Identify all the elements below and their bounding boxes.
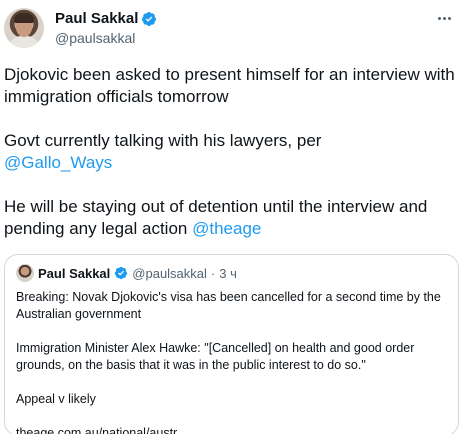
quoted-tweet-card[interactable]: Paul Sakkal @paulsakkal · 3 ч Breaking: … [4,254,459,434]
mention-link-gallo-ways[interactable]: @Gallo_Ways [4,153,112,172]
tweet-paragraph-2-text: Govt currently talking with his lawyers,… [4,131,322,150]
quoted-timestamp: 3 ч [219,265,237,281]
tweet-header: Paul Sakkal @paulsakkal [4,8,462,48]
verified-badge-icon [115,266,128,280]
verified-badge-icon [142,12,157,26]
separator-dot: · [210,265,216,281]
tweet-paragraph-3: He will be staying out of detention unti… [4,196,459,240]
author-handle[interactable]: @paulsakkal [55,30,135,46]
quoted-link-text: theage.com.au/national/austr… [16,426,190,434]
quoted-author-avatar [16,264,34,282]
quoted-paragraph-1: Breaking: Novak Djokovic's visa has been… [16,290,441,321]
tweet-paragraph-1: Djokovic been asked to present himself f… [4,65,455,106]
quoted-tweet-body: Breaking: Novak Djokovic's visa has been… [16,289,448,434]
quoted-author-handle: @paulsakkal [132,265,207,281]
quoted-tweet-header: Paul Sakkal @paulsakkal · 3 ч [16,264,237,282]
more-horizontal-icon[interactable] [432,10,456,26]
author-name-row: Paul Sakkal [55,10,157,28]
quoted-paragraph-3: Appeal v likely [16,392,96,406]
tweet-paragraph-2: Govt currently talking with his lawyers,… [4,130,459,174]
author-avatar[interactable] [4,8,44,48]
quoted-paragraph-2: Immigration Minister Alex Hawke: "[Cance… [16,341,415,372]
mention-link-theage[interactable]: @theage [192,219,261,238]
quoted-author-name: Paul Sakkal [38,265,111,281]
author-display-name[interactable]: Paul Sakkal [55,10,138,28]
tweet-body: Djokovic been asked to present himself f… [4,64,459,240]
